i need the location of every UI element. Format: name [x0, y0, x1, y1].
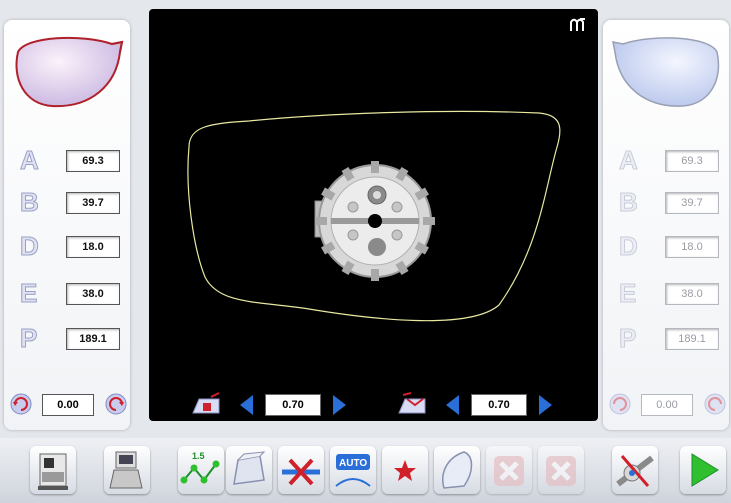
measurement-row-d: D 18.0 [603, 231, 729, 262]
rotation-value: 0.00 [641, 394, 693, 416]
step-decrease-arrow-icon[interactable] [443, 393, 463, 417]
tracer-machine-button[interactable] [104, 446, 150, 494]
wavy-corner-icon [570, 18, 585, 31]
measurement-a-value[interactable]: 69.3 [66, 150, 120, 172]
measurement-label: D [20, 231, 40, 262]
measurement-row-p: P 189.1 [603, 323, 729, 354]
right-bevel-icon [398, 392, 426, 414]
lens-shape-viewer: 0.70 0.70 [149, 9, 598, 421]
measurement-p-value[interactable]: 189.1 [66, 328, 120, 350]
measurement-row-p: P 189.1 [4, 323, 130, 354]
lens-edge-button[interactable] [434, 446, 480, 494]
start-button[interactable] [680, 446, 726, 494]
rotation-control: 0.00 [603, 390, 729, 420]
tracer-machine-icon [109, 451, 143, 489]
measurement-label: B [20, 187, 40, 218]
delete-line-button[interactable] [278, 446, 324, 494]
right-lens-icon[interactable] [611, 30, 723, 114]
measurement-label: D [619, 231, 639, 262]
measurement-a-value: 69.3 [665, 150, 719, 172]
rotate-left-icon [609, 393, 631, 415]
measurement-label: E [19, 278, 38, 309]
tool-settings-icon [616, 455, 654, 487]
measurement-row-b: B 39.7 [603, 187, 729, 218]
start-play-icon [691, 453, 719, 487]
drill-points-icon: 1.5 [180, 451, 220, 484]
delete-line-icon [282, 458, 320, 486]
step-increase-arrow-icon[interactable] [535, 393, 555, 417]
measurement-row-d: D 18.0 [4, 231, 130, 262]
left-lens-panel: A 69.3 B 39.7 D 18.0 E 38.0 P 189.1 0.00 [4, 20, 130, 430]
measurement-label: P [19, 323, 38, 354]
auto-bevel-icon: AUTO [335, 454, 371, 487]
left-bevel-icon [192, 392, 220, 414]
measurement-row-b: B 39.7 [4, 187, 130, 218]
measurement-label: P [618, 323, 637, 354]
measurement-b-value[interactable]: 39.7 [66, 192, 120, 214]
measurement-label: E [618, 278, 637, 309]
rotate-right-icon [704, 393, 726, 415]
rotate-left-icon[interactable] [9, 392, 33, 416]
measurement-e-value[interactable]: 38.0 [66, 283, 120, 305]
step-decrease-arrow-icon[interactable] [237, 393, 257, 417]
measurement-p-value: 189.1 [665, 328, 719, 350]
measurement-label: A [20, 145, 40, 176]
rotation-value[interactable]: 0.00 [42, 394, 94, 416]
lens-edge-icon [442, 451, 473, 489]
edger-machine-icon [38, 453, 68, 490]
left-lens-icon[interactable] [12, 30, 124, 114]
measurement-row-a: A 69.3 [4, 145, 130, 176]
measurement-row-e: E 38.0 [603, 278, 729, 309]
rotate-right-icon[interactable] [104, 392, 128, 416]
measurement-row-e: E 38.0 [4, 278, 130, 309]
right-step-control: 0.70 [395, 391, 555, 417]
measurement-b-value: 39.7 [665, 192, 719, 214]
measurement-d-value[interactable]: 18.0 [66, 236, 120, 258]
edger-machine-button[interactable] [30, 446, 76, 494]
measurement-label: B [619, 187, 639, 218]
measurement-e-value: 38.0 [665, 283, 719, 305]
cancel-button [538, 446, 584, 494]
lens-shape-icon [233, 451, 266, 485]
rotation-control: 0.00 [4, 390, 130, 420]
lens-shape-button[interactable] [226, 446, 272, 494]
tool-settings-button[interactable] [612, 446, 658, 494]
measurement-d-value: 18.0 [665, 236, 719, 258]
auto-label: AUTO [339, 458, 367, 469]
right-lens-panel: A 69.3 B 39.7 D 18.0 E 38.0 P 189.1 0.00 [603, 20, 729, 430]
step-increase-arrow-icon[interactable] [329, 393, 349, 417]
cancel-icon [546, 456, 576, 486]
left-step-control: 0.70 [189, 391, 349, 417]
drill-points-label: 1.5 [192, 451, 205, 461]
left-step-value[interactable]: 0.70 [265, 394, 321, 416]
bottom-toolbar: 1.5 AUTO [0, 438, 731, 503]
drill-points-button[interactable]: 1.5 [178, 446, 224, 494]
star-icon [394, 460, 416, 481]
star-button[interactable] [382, 446, 428, 494]
auto-bevel-button[interactable]: AUTO [330, 446, 376, 494]
cancel-icon [494, 456, 524, 486]
measurement-row-a: A 69.3 [603, 145, 729, 176]
lens-block-icon [314, 161, 435, 281]
cancel-button [486, 446, 532, 494]
right-step-value[interactable]: 0.70 [471, 394, 527, 416]
measurement-label: A [619, 145, 639, 176]
